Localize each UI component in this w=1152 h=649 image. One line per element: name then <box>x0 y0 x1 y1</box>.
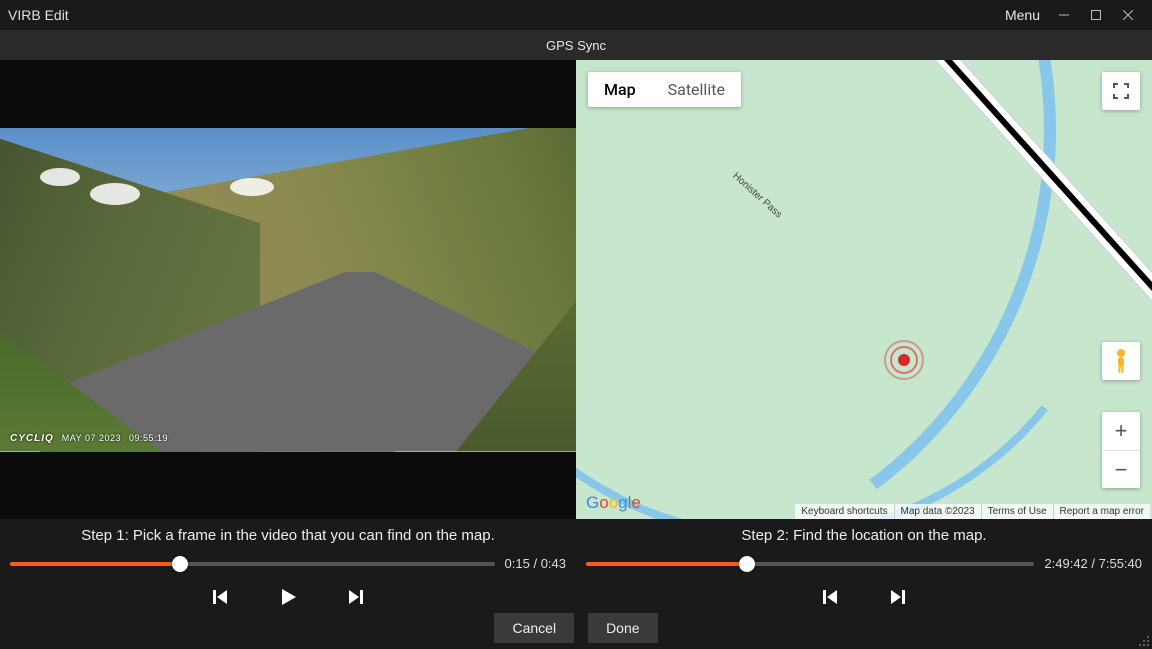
video-overlay-text: CYCLIQ MAY 07 2023 09:55:19 <box>10 433 168 444</box>
map-zoom-out-button[interactable]: − <box>1102 450 1140 488</box>
map-fullscreen-button[interactable] <box>1102 72 1140 110</box>
cancel-button[interactable]: Cancel <box>494 613 574 643</box>
page-header: GPS Sync <box>0 30 1152 60</box>
fullscreen-icon <box>1113 83 1129 99</box>
video-time-label: 0:15 / 0:43 <box>505 556 566 571</box>
google-logo: Google <box>586 493 641 513</box>
gps-next-button[interactable] <box>886 585 910 609</box>
skip-previous-icon <box>210 587 230 607</box>
app-title: VIRB Edit <box>8 7 69 23</box>
skip-next-icon <box>888 587 908 607</box>
menu-button[interactable]: Menu <box>1005 7 1040 23</box>
title-bar: VIRB Edit Menu <box>0 0 1152 30</box>
resize-grip[interactable] <box>1138 635 1150 647</box>
step2-label: Step 2: Find the location on the map. <box>586 527 1142 544</box>
map-keyboard-shortcuts-link[interactable]: Keyboard shortcuts <box>795 504 893 519</box>
video-next-button[interactable] <box>344 585 368 609</box>
window-close-button[interactable] <box>1112 1 1144 29</box>
play-icon <box>278 587 298 607</box>
main-split: CYCLIQ MAY 07 2023 09:55:19 Honister Pas… <box>0 60 1152 519</box>
video-scrubber[interactable] <box>10 562 495 566</box>
video-play-button[interactable] <box>276 585 300 609</box>
gps-scrubber[interactable] <box>586 562 1034 566</box>
video-overlay-date: MAY 07 2023 <box>62 433 121 443</box>
video-prev-button[interactable] <box>208 585 232 609</box>
map-panel[interactable]: Honister Pass Map Satellite + − <box>576 60 1152 519</box>
streetview-pegman[interactable] <box>1102 342 1140 380</box>
video-control-panel: Step 1: Pick a frame in the video that y… <box>0 519 576 613</box>
map-type-control: Map Satellite <box>588 72 741 107</box>
map-terms-link[interactable]: Terms of Use <box>981 504 1053 519</box>
window-maximize-button[interactable] <box>1080 1 1112 29</box>
video-frame[interactable]: CYCLIQ MAY 07 2023 09:55:19 <box>0 128 576 452</box>
gps-prev-button[interactable] <box>818 585 842 609</box>
pegman-icon <box>1111 348 1131 374</box>
window-minimize-button[interactable] <box>1048 1 1080 29</box>
gps-position-marker[interactable] <box>894 350 914 370</box>
page-title: GPS Sync <box>546 38 606 53</box>
map-type-map-button[interactable]: Map <box>588 72 652 107</box>
done-button[interactable]: Done <box>588 613 657 643</box>
gps-control-panel: Step 2: Find the location on the map. 2:… <box>576 519 1152 613</box>
gps-time-label: 2:49:42 / 7:55:40 <box>1044 556 1142 571</box>
video-overlay-time: 09:55:19 <box>129 433 168 443</box>
action-bar: Cancel Done <box>0 613 1152 649</box>
map-data-label: Map data ©2023 <box>894 504 981 519</box>
skip-next-icon <box>346 587 366 607</box>
map-type-satellite-button[interactable]: Satellite <box>652 72 741 107</box>
step1-label: Step 1: Pick a frame in the video that y… <box>10 527 566 544</box>
video-panel: CYCLIQ MAY 07 2023 09:55:19 <box>0 60 576 519</box>
video-overlay-brand: CYCLIQ <box>10 433 54 444</box>
map-report-link[interactable]: Report a map error <box>1053 504 1150 519</box>
map-zoom-in-button[interactable]: + <box>1102 412 1140 450</box>
map-zoom-control: + − <box>1102 412 1140 488</box>
map-attribution: Keyboard shortcuts Map data ©2023 Terms … <box>795 504 1150 519</box>
skip-previous-icon <box>820 587 840 607</box>
controls-area: Step 1: Pick a frame in the video that y… <box>0 519 1152 613</box>
